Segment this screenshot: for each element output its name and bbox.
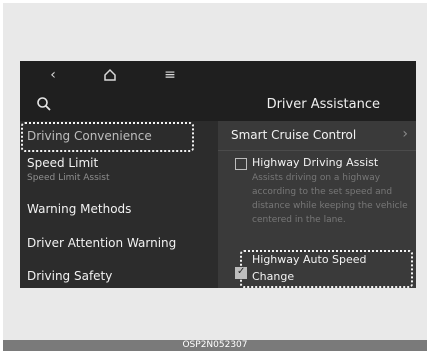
checkbox-highway-driving-assist[interactable] — [235, 158, 247, 170]
caption-code: OSP2N052307 — [182, 340, 248, 350]
chevron-right-icon[interactable]: › — [402, 126, 408, 142]
top-nav-bar: ‹ ≡ — [20, 61, 218, 89]
checkbox-highway-auto-speed-change[interactable] — [235, 266, 247, 279]
infotainment-screen: ‹ ≡ Driver Assistance Driving Convenienc… — [20, 61, 416, 288]
right-panel: Smart Cruise Control › Highway Driving A… — [218, 121, 416, 288]
figure-caption: OSP2N052307 — [3, 340, 427, 351]
menu-item-speed-limit[interactable]: Speed Limit — [27, 155, 98, 171]
option-highway-auto-speed-label-line2: Change — [252, 270, 295, 283]
menu-item-driver-attention-warning[interactable]: Driver Attention Warning — [27, 235, 176, 251]
menu-item-driving-safety[interactable]: Driving Safety — [27, 268, 112, 284]
menu-icon[interactable]: ≡ — [160, 64, 180, 86]
figure-frame: ‹ ≡ Driver Assistance Driving Convenienc… — [3, 3, 427, 348]
section-smart-cruise-control[interactable]: Smart Cruise Control — [231, 127, 356, 143]
option-highway-driving-assist-description: Assists driving on a highway according t… — [252, 173, 408, 225]
left-menu: Driving Convenience Speed Limit Speed Li… — [20, 121, 218, 288]
divider — [218, 150, 416, 151]
page-title: Driver Assistance — [266, 97, 380, 112]
search-icon[interactable] — [36, 96, 52, 112]
home-icon[interactable] — [100, 64, 120, 86]
back-icon[interactable]: ‹ — [45, 64, 61, 86]
option-highway-auto-speed-label-line1: Highway Auto Speed — [252, 253, 367, 266]
menu-item-warning-methods[interactable]: Warning Methods — [27, 201, 131, 217]
header-bar: Driver Assistance — [20, 89, 416, 121]
menu-item-driving-convenience[interactable]: Driving Convenience — [27, 128, 152, 144]
option-highway-driving-assist-label: Highway Driving Assist — [252, 156, 379, 169]
menu-item-speed-limit-sub: Speed Limit Assist — [27, 173, 110, 183]
